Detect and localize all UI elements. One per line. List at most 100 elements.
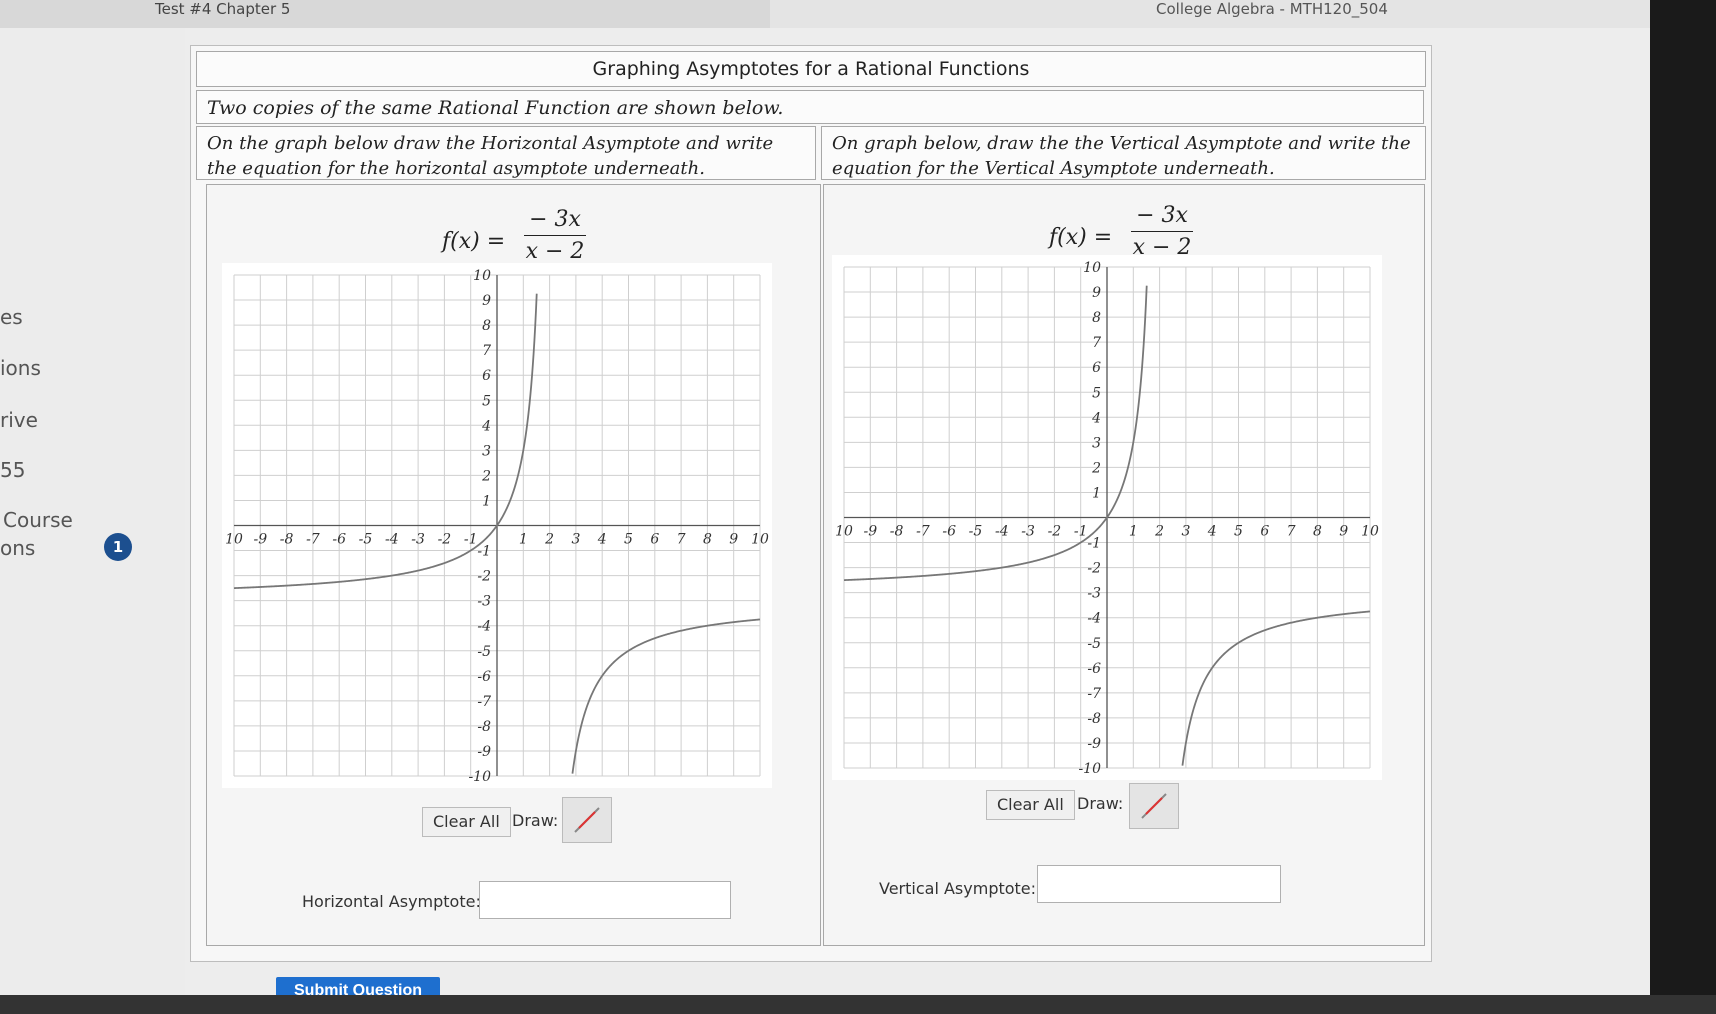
- y-tick-label: 7: [1092, 335, 1101, 351]
- y-tick-label: 8: [1092, 310, 1101, 326]
- function-label-right: f(x) = − 3x x − 2: [1049, 203, 1193, 260]
- x-tick-label: -7: [306, 532, 320, 548]
- x-tick-label: -2: [1048, 524, 1062, 540]
- y-tick-label: 3: [1092, 435, 1101, 451]
- line-tool-button[interactable]: [1129, 783, 1179, 829]
- x-tick-label: 9: [729, 532, 738, 548]
- y-tick-label: -9: [477, 744, 491, 760]
- question-title: Graphing Asymptotes for a Rational Funct…: [196, 51, 1426, 87]
- y-tick-label: 9: [1092, 285, 1101, 301]
- x-tick-label: 6: [1260, 524, 1269, 540]
- x-tick-label: -8: [890, 524, 904, 540]
- y-tick-label: -2: [1087, 561, 1101, 577]
- y-tick-label: 1: [1092, 485, 1101, 501]
- x-tick-label: 3: [1181, 524, 1190, 540]
- x-tick-label: -6: [942, 524, 956, 540]
- x-tick-label: 4: [597, 532, 607, 548]
- x-tick-label: 7: [1287, 524, 1296, 540]
- y-tick-label: 1: [482, 493, 491, 509]
- x-tick-label: -6: [332, 532, 346, 548]
- notification-badge: 1: [104, 533, 132, 561]
- x-tick-label: 6: [650, 532, 659, 548]
- x-tick-label: -8: [280, 532, 294, 548]
- y-tick-label: 3: [482, 443, 491, 459]
- function-fraction: − 3x x − 2: [524, 207, 586, 264]
- sidebar-item-2[interactable]: ions: [0, 356, 41, 380]
- question-subtitle: Two copies of the same Rational Function…: [196, 90, 1424, 124]
- sidebar-item-6[interactable]: ons: [0, 536, 35, 560]
- left-instructions: On the graph below draw the Horizontal A…: [196, 126, 816, 180]
- function-numerator: − 3x: [1131, 203, 1193, 232]
- taskbar-edge: [0, 995, 1716, 1014]
- y-tick-label: 2: [481, 468, 491, 484]
- x-tick-label: 5: [624, 532, 633, 548]
- y-tick-label: -8: [1087, 711, 1101, 727]
- x-tick-label: 1: [1129, 524, 1138, 540]
- y-tick-label: 5: [482, 393, 491, 409]
- x-tick-label: 7: [677, 532, 686, 548]
- x-tick-label: 9: [1339, 524, 1348, 540]
- graph-left[interactable]: 10 -9 -8 -7 -6 -5 -4 -3 -2 -1 1 2 3 4 5 6 7 8 9 10109876543…: [222, 263, 772, 788]
- y-tick-label: -7: [477, 694, 491, 710]
- draw-label: Draw:: [1077, 794, 1124, 813]
- y-tick-label: 5: [1092, 385, 1101, 401]
- x-tick-label: -9: [863, 524, 877, 540]
- draw-label: Draw:: [512, 811, 559, 830]
- y-tick-label: -8: [477, 719, 491, 735]
- sidebar-item-3[interactable]: rive: [0, 408, 38, 432]
- right-instructions: On graph below, draw the the Vertical As…: [821, 126, 1426, 180]
- y-tick-label: -6: [1087, 661, 1101, 677]
- x-tick-label: -2: [438, 532, 452, 548]
- function-fraction: − 3x x − 2: [1131, 203, 1193, 260]
- y-tick-label: 2: [1091, 460, 1101, 476]
- course-title: College Algebra - MTH120_504: [1156, 0, 1388, 18]
- x-tick-label: 8: [1313, 524, 1322, 540]
- x-tick-label: 10: [835, 524, 853, 540]
- question-panel: Graphing Asymptotes for a Rational Funct…: [190, 45, 1432, 962]
- vertical-asymptote-label: Vertical Asymptote:: [879, 879, 1037, 898]
- clear-all-button[interactable]: Clear All: [986, 790, 1075, 820]
- y-tick-label: 4: [481, 418, 491, 434]
- x-tick-label: -1: [1074, 524, 1088, 540]
- y-tick-label: -5: [477, 644, 491, 660]
- y-tick-label: -6: [477, 669, 491, 685]
- monitor-bezel: [1650, 0, 1716, 1014]
- sidebar-item-1[interactable]: es: [0, 305, 23, 329]
- x-tick-label: -3: [1021, 524, 1035, 540]
- y-tick-label: -7: [1087, 686, 1101, 702]
- x-tick-label: 2: [544, 532, 554, 548]
- line-tool-icon: [1141, 793, 1167, 819]
- x-tick-label: -4: [385, 532, 399, 548]
- x-tick-label: 2: [1154, 524, 1164, 540]
- y-tick-label: -1: [1087, 536, 1101, 552]
- y-tick-label: 7: [482, 343, 491, 359]
- x-tick-label: -4: [995, 524, 1009, 540]
- function-lhs: f(x) =: [442, 229, 506, 254]
- line-tool-button[interactable]: [562, 797, 612, 843]
- graph-right[interactable]: 10 -9 -8 -7 -6 -5 -4 -3 -2 -1 1 2 3 4 5 6 7 8 9 10109876543…: [832, 255, 1382, 780]
- y-tick-label: 6: [482, 368, 491, 384]
- horizontal-asymptote-input[interactable]: [479, 881, 731, 919]
- y-tick-label: -10: [468, 769, 491, 785]
- function-numerator: − 3x: [524, 207, 586, 236]
- sidebar-item-4[interactable]: 55: [0, 458, 25, 482]
- x-tick-label: 4: [1207, 524, 1217, 540]
- x-tick-label: -9: [253, 532, 267, 548]
- tab-title[interactable]: Test #4 Chapter 5: [155, 0, 290, 18]
- sidebar-item-course[interactable]: Course: [3, 508, 73, 532]
- clear-all-button[interactable]: Clear All: [422, 807, 511, 837]
- y-tick-label: 10: [473, 268, 491, 284]
- y-tick-label: 4: [1091, 410, 1101, 426]
- x-tick-label: 5: [1234, 524, 1243, 540]
- line-tool-icon: [574, 807, 600, 833]
- vertical-asymptote-input[interactable]: [1037, 865, 1281, 903]
- y-tick-label: -2: [477, 569, 491, 585]
- y-tick-label: -3: [477, 594, 491, 610]
- function-lhs: f(x) =: [1049, 225, 1113, 250]
- x-tick-label: -3: [411, 532, 425, 548]
- y-tick-label: 9: [482, 293, 491, 309]
- x-tick-label: 10: [751, 532, 769, 548]
- x-tick-label: 10: [1361, 524, 1379, 540]
- right-graph-cell: f(x) = − 3x x − 2 10 -9 -8 -7 -6 -5 -4 -3 -2 -1 1 2…: [823, 184, 1425, 946]
- x-tick-label: -5: [359, 532, 373, 548]
